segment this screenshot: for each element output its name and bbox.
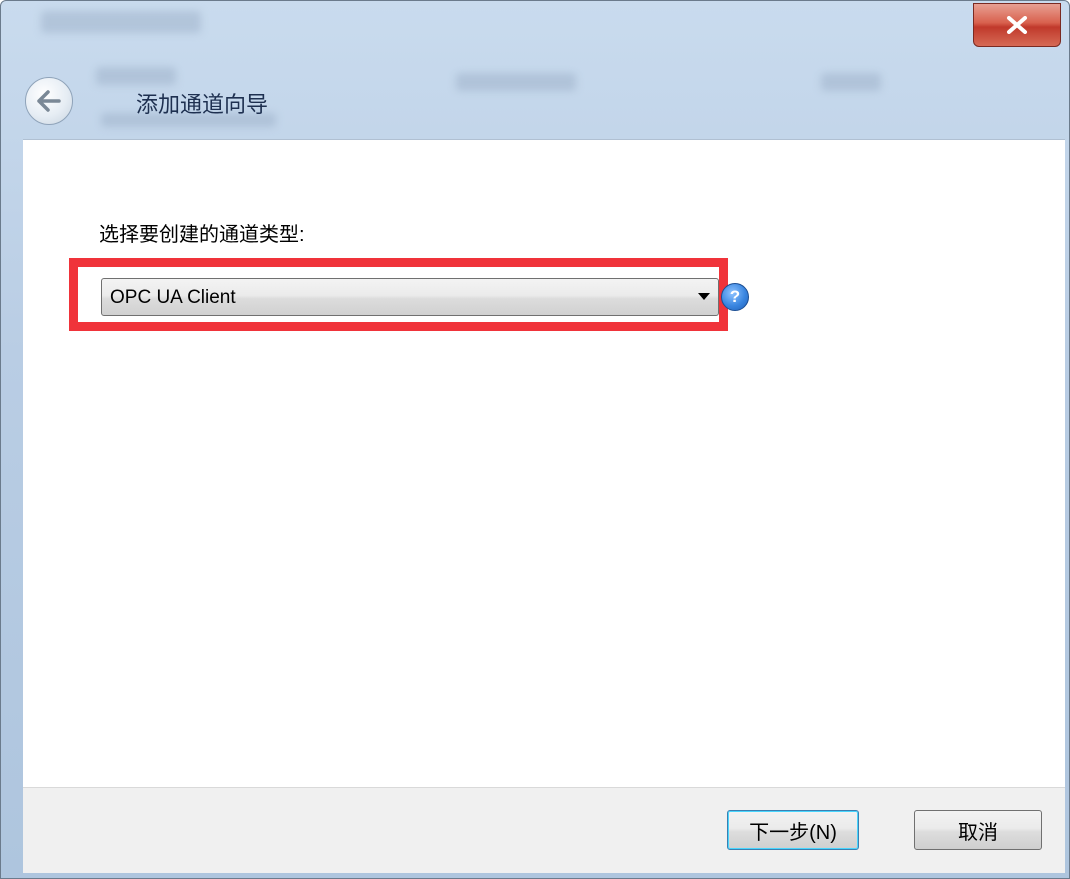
help-icon[interactable]: ? (721, 283, 749, 311)
wizard-title: 添加通道向导 (136, 92, 269, 117)
blurred-titlebar-content (41, 11, 201, 33)
blurred-header-content (456, 73, 576, 91)
chevron-down-icon (698, 293, 710, 300)
back-button[interactable] (25, 77, 73, 125)
title-bar (1, 1, 1069, 51)
cancel-button[interactable]: 取消 (914, 810, 1042, 850)
wizard-header: 添加通道向导 (1, 51, 1069, 139)
back-arrow-icon (37, 90, 61, 112)
next-button[interactable]: 下一步(N) (727, 810, 859, 850)
blurred-header-content (821, 73, 881, 91)
next-button-label: 下一步(N) (749, 821, 837, 844)
blurred-header-content (96, 67, 176, 85)
wizard-content: 选择要创建的通道类型: OPC UA Client ? (23, 139, 1065, 788)
help-glyph: ? (729, 287, 741, 306)
cancel-button-label: 取消 (958, 821, 998, 844)
channel-type-value: OPC UA Client (110, 287, 236, 308)
close-button[interactable] (973, 3, 1061, 47)
wizard-footer: 下一步(N) 取消 (23, 787, 1065, 873)
wizard-window: 添加通道向导 选择要创建的通道类型: OPC UA Client ? 下一步(N… (0, 0, 1070, 879)
close-icon (1007, 16, 1027, 34)
channel-type-select[interactable]: OPC UA Client (101, 278, 719, 316)
channel-type-label: 选择要创建的通道类型: (99, 224, 305, 246)
